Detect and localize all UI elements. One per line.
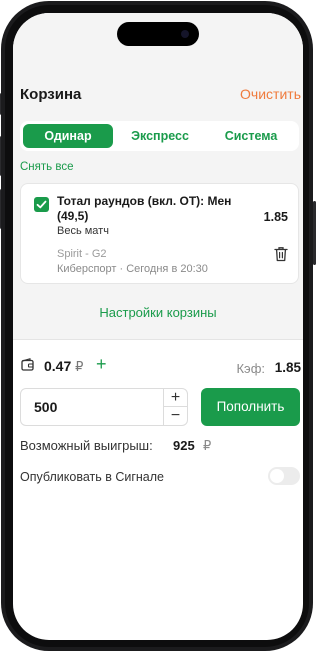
trash-icon[interactable] <box>274 246 288 262</box>
toggle-knob <box>270 469 284 483</box>
bet-match-teams: Spirit - G2 <box>57 248 107 260</box>
cart-title: Корзина <box>20 86 82 103</box>
wallet-icon <box>21 358 34 371</box>
stake-stepper: + − <box>163 389 187 425</box>
check-icon <box>36 200 47 209</box>
bet-market-title: Тотал раундов (вкл. ОТ): Мен (49,5) <box>57 194 232 223</box>
screen: Корзина Очистить Одинар Экспресс Система… <box>13 13 303 640</box>
deposit-button[interactable]: Пополнить <box>201 388 300 426</box>
coef-label: Кэф: <box>236 361 265 376</box>
tab-system[interactable]: Система <box>206 124 296 148</box>
publish-signal-label: Опубликовать в Сигнале <box>20 470 164 484</box>
tab-single[interactable]: Одинар <box>23 124 113 148</box>
publish-signal-toggle[interactable] <box>268 467 300 485</box>
payout-label: Возможный выигрыш: <box>20 438 153 453</box>
balance: 0.47 ₽ <box>44 358 83 375</box>
payout-value: 925 <box>173 438 195 453</box>
bet-sport-time: Киберспорт · Сегодня в 20:30 <box>57 263 208 275</box>
bet-type-tabs: Одинар Экспресс Система <box>20 121 299 151</box>
bet-card: Тотал раундов (вкл. ОТ): Мен (49,5) 1.85… <box>20 183 299 284</box>
bet-period: Весь матч <box>57 225 109 237</box>
power-button <box>313 201 316 265</box>
divider <box>13 339 303 340</box>
bet-checkbox[interactable] <box>34 197 49 212</box>
deselect-all-button[interactable]: Снять все <box>20 161 73 173</box>
volume-down-button <box>0 189 1 229</box>
bet-coefficient: 1.85 <box>263 210 288 224</box>
stake-increase-button[interactable]: + <box>164 389 187 407</box>
dynamic-island <box>117 22 199 46</box>
tab-express[interactable]: Экспресс <box>115 124 205 148</box>
payout-currency: ₽ <box>203 438 212 453</box>
silent-switch <box>0 93 1 115</box>
coef-value: 1.85 <box>274 360 301 375</box>
stake-decrease-button[interactable]: − <box>164 407 187 425</box>
cart-settings-link[interactable]: Настройки корзины <box>13 305 303 320</box>
stake-field: + − <box>20 388 188 426</box>
add-funds-plus-button[interactable]: + <box>96 354 107 374</box>
cart-panel <box>13 13 303 339</box>
camera-icon <box>181 30 189 38</box>
stake-input[interactable] <box>22 390 160 424</box>
clear-button[interactable]: Очистить <box>240 86 301 102</box>
balance-currency: ₽ <box>75 359 84 374</box>
balance-amount: 0.47 <box>44 358 72 374</box>
volume-up-button <box>0 136 1 176</box>
